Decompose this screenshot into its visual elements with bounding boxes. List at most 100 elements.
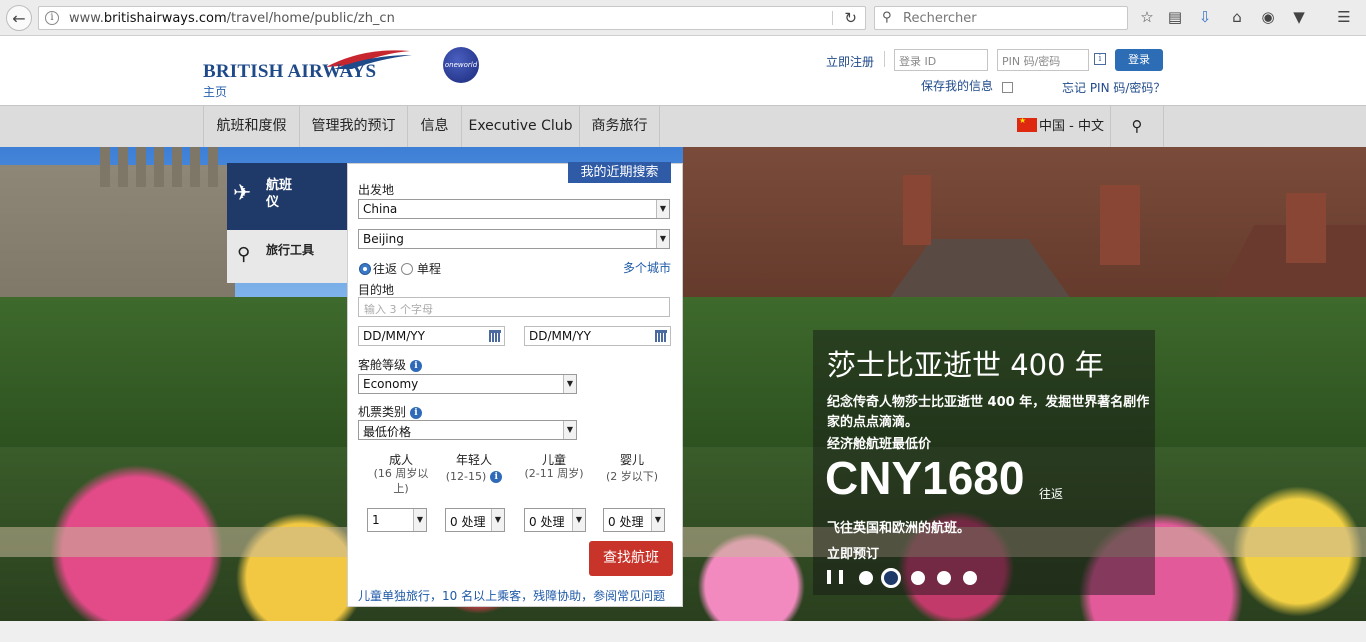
- promo-trip-type: 往返: [1039, 487, 1064, 501]
- nav-executive-club[interactable]: Executive Club: [461, 106, 579, 147]
- nav-manage-booking[interactable]: 管理我的预订: [299, 106, 407, 147]
- destination-input[interactable]: 输入 3 个字母: [358, 297, 670, 317]
- chevron-down-icon: ▼: [656, 230, 669, 248]
- pin-field[interactable]: PIN 码/密码: [997, 49, 1089, 71]
- chevron-down-icon: ▼: [563, 421, 576, 439]
- forgot-pin-link[interactable]: 忘记 PIN 码/密码？: [1062, 79, 1165, 96]
- children-select[interactable]: 0 处理 ▼: [524, 508, 586, 532]
- logo-text[interactable]: BRITISH AIRWAYS: [203, 61, 376, 83]
- round-trip-radio[interactable]: [359, 263, 371, 275]
- login-id-field[interactable]: 登录 ID: [894, 49, 988, 71]
- url-text: www.britishairways.com/travel/home/publi…: [69, 11, 395, 26]
- language-selector[interactable]: 中国 - 中文: [1039, 106, 1104, 147]
- page-bottom: [0, 621, 1366, 642]
- address-bar[interactable]: i www.britishairways.com/travel/home/pub…: [38, 6, 866, 30]
- tab-travel-tools[interactable]: ⚲ 旅行工具: [227, 230, 347, 283]
- info-icon[interactable]: i: [45, 11, 59, 25]
- tab-travel-tools-label: 旅行工具: [266, 243, 315, 257]
- airplane-icon: ✈: [233, 181, 252, 206]
- multi-city-link[interactable]: 多个城市: [623, 259, 671, 276]
- remember-label: 保存我的信息: [921, 79, 994, 93]
- to-label: 目的地: [358, 283, 395, 297]
- reload-icon[interactable]: ↻: [844, 9, 857, 27]
- star-icon[interactable]: ☆: [1138, 8, 1156, 26]
- home-link[interactable]: 主页: [203, 83, 227, 100]
- browser-search-placeholder: Rechercher: [903, 11, 977, 26]
- cabin-label: 客舱等级 i: [358, 356, 423, 373]
- tab-flights-label: 航班仪: [266, 178, 293, 210]
- adults-age: (16 周岁以 上): [373, 467, 429, 495]
- divider: [884, 51, 885, 67]
- infants-label: 婴儿: [619, 453, 644, 467]
- info-icon[interactable]: i: [410, 406, 423, 419]
- children-age: (2-11 周岁): [524, 467, 584, 480]
- return-date-input[interactable]: DD/MM/YY: [524, 326, 671, 346]
- carousel-dot-active[interactable]: [881, 568, 901, 588]
- china-flag-icon[interactable]: [1017, 116, 1037, 132]
- calendar-icon[interactable]: [489, 330, 501, 342]
- from-country-select[interactable]: China ▼: [358, 199, 670, 219]
- pin-info-icon[interactable]: i: [1094, 53, 1106, 65]
- booking-tabs: ✈ 航班仪 ⚲ 旅行工具: [227, 163, 347, 283]
- recent-search-button[interactable]: 我的近期搜索: [568, 162, 671, 183]
- login-button[interactable]: 登录: [1115, 49, 1163, 71]
- youth-label: 年轻人: [455, 453, 492, 467]
- oneworld-logo[interactable]: oneworld: [443, 47, 479, 83]
- tab-flights[interactable]: ✈ 航班仪: [227, 163, 347, 230]
- help-links[interactable]: 儿童单独旅行，10 名以上乘客，残障协助，参阅常见问题: [358, 587, 665, 604]
- carousel-dot[interactable]: [859, 571, 873, 585]
- hero-chimney: [1286, 193, 1326, 263]
- infants-age: (2 岁以下): [605, 470, 659, 483]
- home-icon[interactable]: ⌂: [1228, 8, 1246, 26]
- search-icon: ⚲: [882, 10, 892, 25]
- book-now-link[interactable]: 立即预订: [827, 543, 879, 562]
- fare-select[interactable]: 最低价格 ▼: [358, 420, 577, 440]
- promo-card: 莎士比亚逝世 400 年 纪念传奇人物莎士比亚逝世 400 年，发掘世界著名剧作…: [813, 330, 1155, 595]
- chevron-down-icon: ▼: [656, 200, 669, 218]
- register-link[interactable]: 立即注册: [826, 53, 874, 70]
- remember-checkbox[interactable]: [1002, 82, 1013, 93]
- round-trip-label: 往返: [373, 262, 398, 276]
- site-header: BRITISH AIRWAYS 主页 oneworld 立即注册 登录 ID P…: [0, 37, 1366, 105]
- browser-toolbar: ← i www.britishairways.com/travel/home/p…: [0, 0, 1366, 36]
- youth-select[interactable]: 0 处理 ▼: [445, 508, 505, 532]
- carousel-dot[interactable]: [963, 571, 977, 585]
- adults-select[interactable]: 1 ▼: [367, 508, 427, 532]
- main-nav: 航班和度假 管理我的预订 信息 Executive Club 商务旅行 中国 -…: [0, 105, 1366, 147]
- depart-date-input[interactable]: DD/MM/YY: [358, 326, 505, 346]
- from-city-select[interactable]: Beijing ▼: [358, 229, 670, 249]
- hero-hedge: [0, 297, 1366, 457]
- pause-icon[interactable]: [827, 570, 843, 584]
- hero-chimney: [1100, 185, 1140, 265]
- carousel-dot[interactable]: [911, 571, 925, 585]
- site-search-button[interactable]: ⚲: [1110, 106, 1164, 147]
- infants-select[interactable]: 0 处理 ▼: [603, 508, 665, 532]
- carousel-dot[interactable]: [937, 571, 951, 585]
- download-icon[interactable]: ⇩: [1196, 8, 1214, 26]
- fare-label: 机票类别 i: [358, 403, 423, 420]
- nav-business-travel[interactable]: 商务旅行: [579, 106, 660, 147]
- reading-list-icon[interactable]: ▤: [1166, 8, 1184, 26]
- promo-description: 纪念传奇人物莎士比亚逝世 400 年，发掘世界著名剧作家的点点滴滴。: [827, 395, 1150, 430]
- menu-icon[interactable]: ☰: [1335, 8, 1353, 26]
- promo-title: 莎士比亚逝世 400 年: [827, 348, 1104, 382]
- cabin-select[interactable]: Economy ▼: [358, 374, 577, 394]
- chat-icon[interactable]: ◉: [1259, 8, 1277, 26]
- pocket-icon[interactable]: ▼: [1290, 8, 1308, 26]
- nav-flights-holidays[interactable]: 航班和度假: [203, 106, 299, 147]
- promo-subtitle: 经济舱航班最低价: [827, 437, 932, 452]
- calendar-icon[interactable]: [655, 330, 667, 342]
- nav-information[interactable]: 信息: [407, 106, 461, 147]
- back-button[interactable]: ←: [6, 5, 32, 31]
- one-way-radio[interactable]: [401, 263, 413, 275]
- hero-banner: [0, 147, 1366, 621]
- info-icon[interactable]: i: [410, 359, 423, 372]
- promo-note: 飞往英国和欧洲的航班。: [827, 521, 971, 536]
- url-divider: [832, 11, 833, 25]
- chevron-down-icon: ▼: [413, 509, 426, 531]
- info-icon[interactable]: i: [490, 471, 503, 483]
- map-pin-icon: ⚲: [237, 244, 251, 265]
- browser-search-field[interactable]: ⚲ Rechercher: [874, 6, 1128, 30]
- hero-path: [0, 527, 1366, 557]
- find-flights-button[interactable]: 查找航班: [589, 541, 673, 576]
